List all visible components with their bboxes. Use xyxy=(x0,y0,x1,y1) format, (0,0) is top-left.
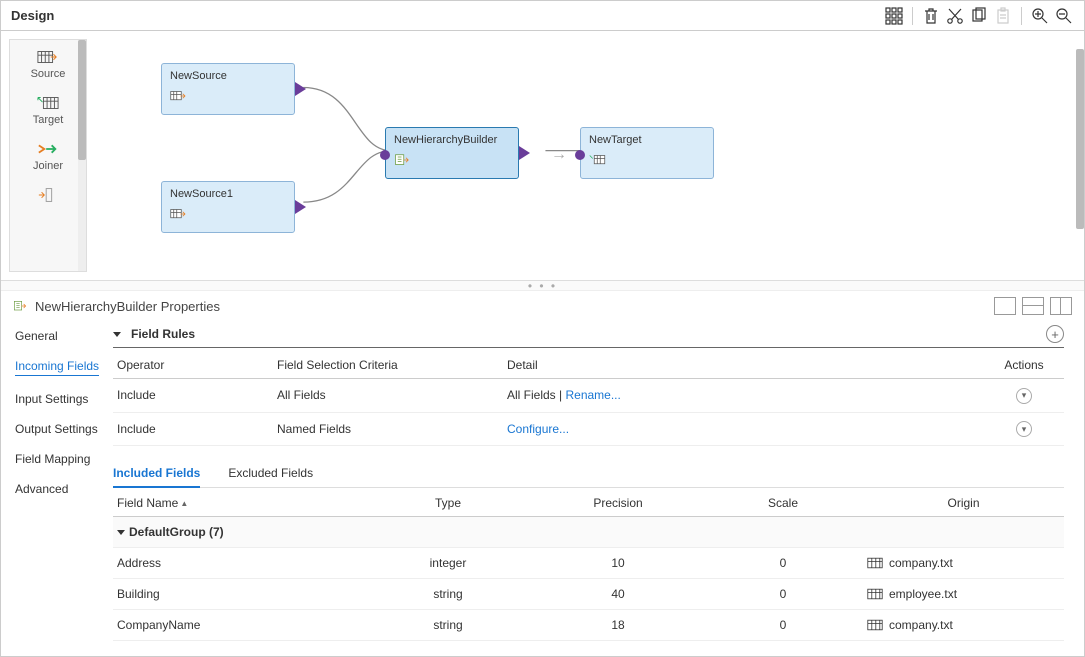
hierarchy-icon xyxy=(13,299,29,313)
palette-target[interactable]: Target xyxy=(18,90,78,130)
palette-more[interactable] xyxy=(18,182,78,208)
tab-incoming-fields[interactable]: Incoming Fields xyxy=(15,359,99,376)
included-fields-table: Field Name▲ Type Precision Scale Origin … xyxy=(113,490,1064,641)
hierarchy-icon xyxy=(394,152,510,171)
table-icon xyxy=(867,557,883,569)
source-icon xyxy=(170,206,286,225)
target-icon xyxy=(589,152,705,171)
node-newsource1[interactable]: NewSource1 xyxy=(161,181,295,233)
subtab-excluded[interactable]: Excluded Fields xyxy=(228,460,313,487)
properties-content: Field Rules + Operator Field Selection C… xyxy=(113,321,1084,651)
cut-icon[interactable] xyxy=(945,6,965,26)
source-icon xyxy=(170,88,286,107)
grid-icon[interactable] xyxy=(884,6,904,26)
collapse-icon[interactable] xyxy=(113,332,121,337)
col-field-name[interactable]: Field Name▲ xyxy=(113,490,363,517)
node-newhierarchybuilder[interactable]: NewHierarchyBuilder xyxy=(385,127,519,179)
configure-link[interactable]: Configure... xyxy=(507,422,569,436)
layout-hsplit-icon[interactable] xyxy=(1022,297,1044,315)
palette-source[interactable]: Source xyxy=(18,44,78,84)
node-newtarget[interactable]: NewTarget → xyxy=(580,127,714,179)
table-icon xyxy=(867,619,883,631)
tab-field-mapping[interactable]: Field Mapping xyxy=(15,452,101,466)
palette-joiner[interactable]: Joiner xyxy=(18,136,78,176)
tab-output-settings[interactable]: Output Settings xyxy=(15,422,101,436)
rename-link[interactable]: Rename... xyxy=(565,388,620,402)
transformation-palette: Source Target Joiner xyxy=(9,39,87,272)
properties-header: NewHierarchyBuilder Properties xyxy=(1,291,1084,321)
design-canvas-area: Source Target Joiner NewSource xyxy=(1,31,1084,281)
paste-icon xyxy=(993,6,1013,26)
header-bar: Design xyxy=(1,1,1084,31)
rule-actions-menu[interactable]: ▾ xyxy=(1016,388,1032,404)
toolbar xyxy=(884,6,1074,26)
collapse-icon[interactable] xyxy=(117,530,125,535)
rule-row: Include Named Fields Configure... ▾ xyxy=(113,412,1064,446)
subtab-included[interactable]: Included Fields xyxy=(113,460,200,488)
zoom-in-icon[interactable] xyxy=(1030,6,1050,26)
field-rules-header: Field Rules + xyxy=(113,321,1064,348)
layout-full-icon[interactable] xyxy=(994,297,1016,315)
layout-vsplit-icon[interactable] xyxy=(1050,297,1072,315)
palette-scrollbar[interactable] xyxy=(78,40,86,271)
design-canvas[interactable]: NewSource NewSource1 NewHierarchyBuilder… xyxy=(87,39,1076,272)
properties-body: General Incoming Fields Input Settings O… xyxy=(1,321,1084,651)
properties-title: NewHierarchyBuilder Properties xyxy=(35,299,220,314)
page-title: Design xyxy=(11,8,54,23)
zoom-out-icon[interactable] xyxy=(1054,6,1074,26)
table-icon xyxy=(867,588,883,600)
canvas-scrollbar[interactable] xyxy=(1076,39,1084,272)
node-newsource[interactable]: NewSource xyxy=(161,63,295,115)
field-group-row[interactable]: DefaultGroup (7) xyxy=(113,517,1064,548)
tab-general[interactable]: General xyxy=(15,329,101,343)
rule-actions-menu[interactable]: ▾ xyxy=(1016,421,1032,437)
tab-input-settings[interactable]: Input Settings xyxy=(15,392,101,406)
sort-asc-icon: ▲ xyxy=(180,499,188,508)
properties-tabs: General Incoming Fields Input Settings O… xyxy=(1,321,113,651)
copy-icon[interactable] xyxy=(969,6,989,26)
field-row: CompanyName string 18 0 company.txt xyxy=(113,610,1064,641)
field-row: Building string 40 0 employee.txt xyxy=(113,579,1064,610)
fields-subtabs: Included Fields Excluded Fields xyxy=(113,460,1064,488)
field-rules-table: Operator Field Selection Criteria Detail… xyxy=(113,352,1064,446)
tab-advanced[interactable]: Advanced xyxy=(15,482,101,496)
add-rule-button[interactable]: + xyxy=(1046,325,1064,343)
arrow-icon: → xyxy=(551,146,567,164)
field-row: Address integer 10 0 company.txt xyxy=(113,548,1064,579)
delete-icon[interactable] xyxy=(921,6,941,26)
splitter-handle[interactable]: • • • xyxy=(1,281,1084,291)
rule-row: Include All Fields All Fields | Rename..… xyxy=(113,379,1064,413)
